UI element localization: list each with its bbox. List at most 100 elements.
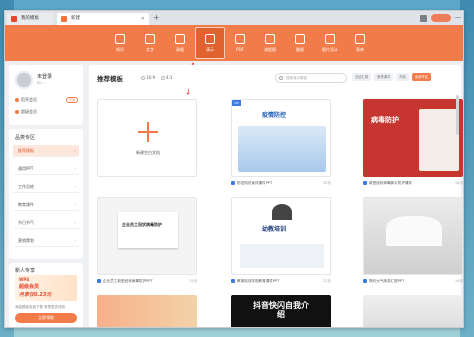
template-thumbnail[interactable]: 抖音快闪自我介绍 bbox=[231, 295, 331, 327]
user-id: ID: -- bbox=[37, 81, 46, 85]
template-caption: 防控知识宣传课件PPT 20页 bbox=[231, 181, 331, 186]
user-name[interactable]: 未登录 bbox=[37, 73, 52, 80]
template-caption: 企业员工新型冠状病毒防护PPT 15页 bbox=[97, 279, 197, 284]
template-thumbnail[interactable] bbox=[363, 295, 463, 327]
category-item-summary[interactable]: 工作总结 › bbox=[13, 181, 79, 193]
new-blank-box[interactable]: 新建空白文档 bbox=[97, 99, 197, 177]
template-card[interactable]: 抖音快闪自我介绍 bbox=[231, 295, 331, 327]
new-blank-tile[interactable]: 新建空白文档 bbox=[97, 99, 197, 191]
tool-spreadsheet[interactable]: 表格 bbox=[165, 27, 195, 59]
image-design-icon bbox=[325, 34, 335, 44]
category-panel: 品类专区 推荐模板 › 通用PPT › 工作总结 › 教育课件 › 节日节气 › 营销策划… bbox=[9, 129, 83, 259]
close-tab-icon[interactable]: ✕ bbox=[141, 13, 145, 25]
template-card[interactable] bbox=[97, 295, 197, 327]
book-icon bbox=[115, 34, 125, 44]
pdf-icon bbox=[235, 34, 245, 44]
category-item-education[interactable]: 教育课件 › bbox=[13, 199, 79, 211]
tool-image-design[interactable]: 图片设计 bbox=[315, 27, 345, 59]
chevron-right-icon: › bbox=[74, 238, 76, 243]
diamond-icon bbox=[15, 110, 19, 114]
template-thumbnail[interactable]: 病毒防护 bbox=[363, 99, 463, 177]
category-item-general[interactable]: 通用PPT › bbox=[13, 163, 79, 175]
teacher-illustration bbox=[272, 204, 292, 220]
page-title: 推荐模板 bbox=[97, 75, 123, 83]
super-member-row[interactable]: 超级会员 bbox=[15, 109, 37, 115]
category-item-recommended[interactable]: 推荐模板 › bbox=[13, 145, 79, 157]
template-thumbnail[interactable] bbox=[97, 295, 197, 327]
wps-icon bbox=[97, 279, 101, 283]
chevron-right-icon: › bbox=[74, 184, 76, 189]
app-toolbar: 知识 文字 表格 演示 PDF 流程图 脑图 图片设计 表单 bbox=[5, 25, 463, 61]
mindmap-icon bbox=[295, 34, 305, 44]
user-login-button[interactable] bbox=[431, 14, 451, 22]
document-icon bbox=[145, 34, 155, 44]
tab-my-templates[interactable]: 我的模板 bbox=[7, 13, 53, 25]
template-thumbnail[interactable] bbox=[363, 197, 463, 275]
new-blank-label: 新建空白文档 bbox=[136, 150, 160, 155]
template-caption: 简约大气商务汇报PPT 16页 bbox=[363, 279, 463, 284]
window-controls: — bbox=[420, 13, 461, 23]
tool-presentation[interactable]: 演示 bbox=[195, 27, 225, 59]
slides-icon bbox=[205, 34, 215, 44]
open-member-badge[interactable]: 开通 bbox=[66, 97, 78, 103]
ratio-16-9-option[interactable]: 16:9 bbox=[141, 75, 155, 80]
chip-free[interactable]: 免费专区 bbox=[411, 73, 432, 81]
chip-summary[interactable]: 总结汇报 bbox=[352, 73, 372, 81]
tab-bar: 我的模板 新建 ✕ + — bbox=[5, 11, 463, 25]
tool-form[interactable]: 表单 bbox=[345, 27, 375, 59]
template-thumbnail[interactable]: 幼教培训 bbox=[231, 197, 331, 275]
landscape-illustration bbox=[386, 216, 442, 246]
filter-chips: 总结汇报 教育课件 商务 免费专区 bbox=[352, 73, 432, 81]
template-card[interactable]: 幼教培训 教育培训学前教育课件PPT 22页 bbox=[231, 197, 331, 289]
annotation-arrow-icon: ↙ bbox=[183, 85, 194, 98]
sidebar: 未登录 ID: -- 稻壳会员 开通 超级会员 品类专区 推荐模板 › 通用PPT… bbox=[9, 65, 83, 327]
promo-banner[interactable]: WPS 超级会员 月享仅0.23元 bbox=[15, 275, 77, 301]
claim-button[interactable]: 立即领取 bbox=[15, 313, 77, 323]
new-doc-icon bbox=[61, 16, 67, 22]
wps-icon bbox=[231, 181, 235, 185]
chip-education[interactable]: 教育课件 bbox=[374, 73, 394, 81]
main-panel: 推荐模板 16:9 4:3 ↙ 搜索演示模板 总结汇报 教育课件 商务 免费专区… bbox=[89, 65, 463, 327]
radio-icon bbox=[161, 76, 165, 80]
template-thumbnail[interactable]: VIP 疫情防控 bbox=[231, 99, 331, 177]
wps-icon bbox=[363, 279, 367, 283]
radio-icon bbox=[141, 76, 145, 80]
wps-icon bbox=[231, 279, 235, 283]
template-card[interactable]: 企业员工冠状病毒防护 企业员工新型冠状病毒防护PPT 15页 bbox=[97, 197, 197, 289]
chevron-right-icon: › bbox=[74, 166, 76, 171]
minimize-icon[interactable]: — bbox=[455, 14, 461, 22]
tool-pdf[interactable]: PDF bbox=[225, 27, 255, 59]
scrollbar[interactable] bbox=[456, 95, 459, 135]
avatar[interactable] bbox=[15, 71, 33, 89]
promo-card: 新人专享 WPS 超级会员 月享仅0.23元 海量模板免费下载 享受更多特权 立… bbox=[9, 263, 83, 327]
category-item-festival[interactable]: 节日节气 › bbox=[13, 217, 79, 229]
promo-title: 新人专享 bbox=[15, 268, 36, 274]
tool-knowledge[interactable]: 知识 bbox=[105, 27, 135, 59]
template-card[interactable] bbox=[363, 295, 463, 327]
vip-badge: VIP bbox=[232, 100, 241, 106]
tool-writer[interactable]: 文字 bbox=[135, 27, 165, 59]
new-tab-button[interactable]: + bbox=[153, 12, 160, 24]
ratio-4-3-option[interactable]: 4:3 bbox=[161, 75, 172, 80]
search-input[interactable]: 搜索演示模板 bbox=[275, 73, 347, 83]
app-logo-icon bbox=[11, 16, 17, 22]
tool-mindmap[interactable]: 脑图 bbox=[285, 27, 315, 59]
slide-preview bbox=[118, 212, 178, 248]
app-window: 我的模板 新建 ✕ + — 知识 文字 表格 演示 PDF 流程图 脑图 图片设… bbox=[4, 10, 464, 328]
template-caption: 新型冠状病毒肺炎防护课件 18页 bbox=[363, 181, 463, 186]
template-thumbnail[interactable]: 企业员工冠状病毒防护 bbox=[97, 197, 197, 275]
slide-strip bbox=[240, 244, 324, 268]
member-row[interactable]: 稻壳会员 bbox=[15, 97, 37, 103]
skin-icon[interactable] bbox=[420, 14, 427, 22]
template-card[interactable]: VIP 疫情防控 防控知识宣传课件PPT 20页 bbox=[231, 99, 331, 191]
tool-flowchart[interactable]: 流程图 bbox=[255, 27, 285, 59]
chip-business[interactable]: 商务 bbox=[396, 73, 409, 81]
form-icon bbox=[355, 34, 365, 44]
flowchart-icon bbox=[265, 34, 275, 44]
promo-description: 海量模板免费下载 享受更多特权 bbox=[15, 305, 66, 309]
template-card[interactable]: 简约大气商务汇报PPT 16页 bbox=[363, 197, 463, 289]
user-card: 未登录 ID: -- 稻壳会员 开通 超级会员 bbox=[9, 65, 83, 125]
template-card[interactable]: 病毒防护 新型冠状病毒肺炎防护课件 18页 bbox=[363, 99, 463, 191]
category-item-marketing[interactable]: 营销策划 › bbox=[13, 235, 79, 247]
tab-new[interactable]: 新建 ✕ bbox=[57, 13, 149, 25]
